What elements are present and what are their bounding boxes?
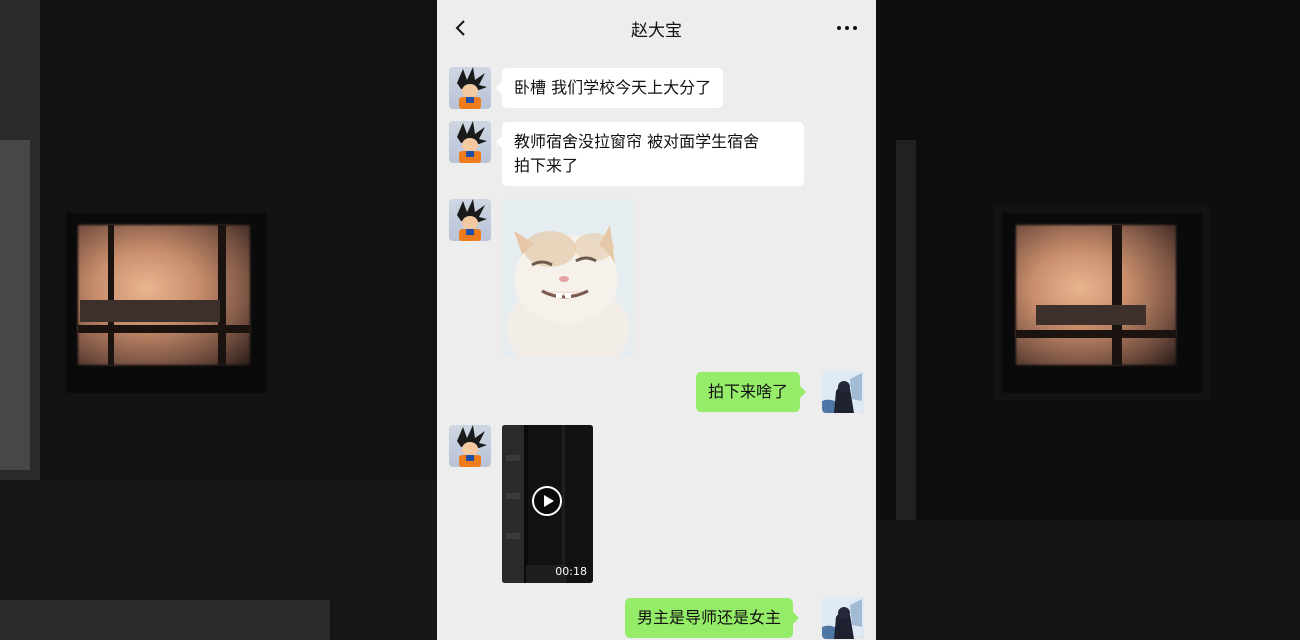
ellipsis-icon[interactable] [836, 22, 858, 34]
my-avatar[interactable] [822, 371, 864, 413]
contact-avatar[interactable] [449, 67, 491, 109]
message-text: 男主是导师还是女主 [637, 608, 782, 627]
contact-avatar[interactable] [449, 425, 491, 467]
message-text: 拍下来啥了 [708, 382, 789, 401]
contact-avatar[interactable] [449, 121, 491, 163]
chat-header: 赵大宝 [437, 0, 876, 56]
smiling-cat-sticker[interactable] [502, 199, 634, 357]
my-avatar[interactable] [822, 597, 864, 639]
message-text-line: 教师宿舍没拉窗帘 被对面学生宿舍 [514, 132, 760, 151]
video-duration: 00:18 [555, 565, 587, 578]
message-text-line: 拍下来了 [514, 156, 579, 175]
message-text: 卧槽 我们学校今天上大分了 [514, 78, 712, 97]
background-video-left [0, 0, 437, 640]
play-icon[interactable] [531, 485, 563, 517]
message-bubble[interactable]: 卧槽 我们学校今天上大分了 [495, 68, 724, 108]
background-video-right [876, 0, 1300, 640]
message-bubble-outgoing[interactable]: 拍下来啥了 [696, 372, 807, 412]
video-message[interactable]: 00:18 [502, 425, 593, 583]
message-bubble-outgoing[interactable]: 男主是导师还是女主 [625, 598, 800, 638]
chevron-left-icon[interactable] [451, 18, 471, 38]
contact-avatar[interactable] [449, 199, 491, 241]
chat-title: 赵大宝 [631, 20, 682, 41]
message-bubble[interactable]: 教师宿舍没拉窗帘 被对面学生宿舍 拍下来了 [496, 122, 804, 186]
